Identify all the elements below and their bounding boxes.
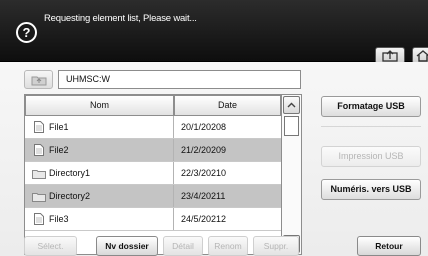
folder-icon [32,193,46,202]
row-name: Directory1 [49,168,91,178]
column-header-date[interactable]: Date [174,95,281,116]
row-date: 23/4/20211 [181,191,226,201]
row-date: 21/2/20209 [181,145,227,155]
scroll-thumb[interactable] [284,116,299,136]
help-icon[interactable]: ? [16,22,37,43]
table-row[interactable]: File3 24/5/20212 [25,208,281,231]
home-icon [416,50,428,62]
table-row[interactable]: Directory1 22/3/20210 [25,162,281,185]
current-path-field: UHMSC:W [58,70,301,89]
file-icon [34,213,44,225]
scroll-up-button[interactable] [283,96,300,114]
list-scrollbar[interactable] [281,95,301,254]
file-list: Nom Date File1 20/1/20208 File2 21/2/202… [24,94,302,255]
scan-to-usb-button[interactable]: Numéris. vers USB [321,179,421,200]
row-name: File3 [49,214,69,224]
status-header: ? Requesting element list, Please wait..… [0,0,428,64]
back-button[interactable]: Retour [357,236,421,256]
table-row[interactable]: File1 20/1/20208 [25,116,281,139]
parent-folder-button[interactable] [24,70,53,89]
row-date: 24/5/20212 [181,214,227,224]
export-icon [382,50,398,62]
row-name: File1 [49,122,69,132]
status-message: Requesting element list, Please wait... [44,13,197,24]
folder-up-icon [31,76,46,86]
table-row[interactable]: Directory2 23/4/20211 [25,185,281,208]
row-date: 20/1/20208 [181,122,227,132]
folder-icon [32,170,46,179]
row-name: Directory2 [49,191,91,201]
usb-format-button[interactable]: Formatage USB [321,96,421,117]
file-icon [34,144,44,156]
detail-button[interactable]: Détail [163,236,203,256]
usb-print-button[interactable]: Impression USB [321,146,421,167]
file-icon [34,121,44,133]
main-content: UHMSC:W Nom Date File1 20/1/20208 File2 … [0,62,428,256]
chevron-up-icon [287,102,296,108]
divider [321,126,421,127]
delete-button[interactable]: Suppr. [253,236,299,256]
row-date: 22/3/20210 [181,168,227,178]
select-button[interactable]: Sélect. [24,236,77,256]
row-name: File2 [49,145,69,155]
table-row[interactable]: File2 21/2/20209 [25,139,281,162]
rename-button[interactable]: Renom [208,236,248,256]
column-header-name[interactable]: Nom [25,95,174,116]
new-folder-button[interactable]: Nv dossier [96,236,158,256]
